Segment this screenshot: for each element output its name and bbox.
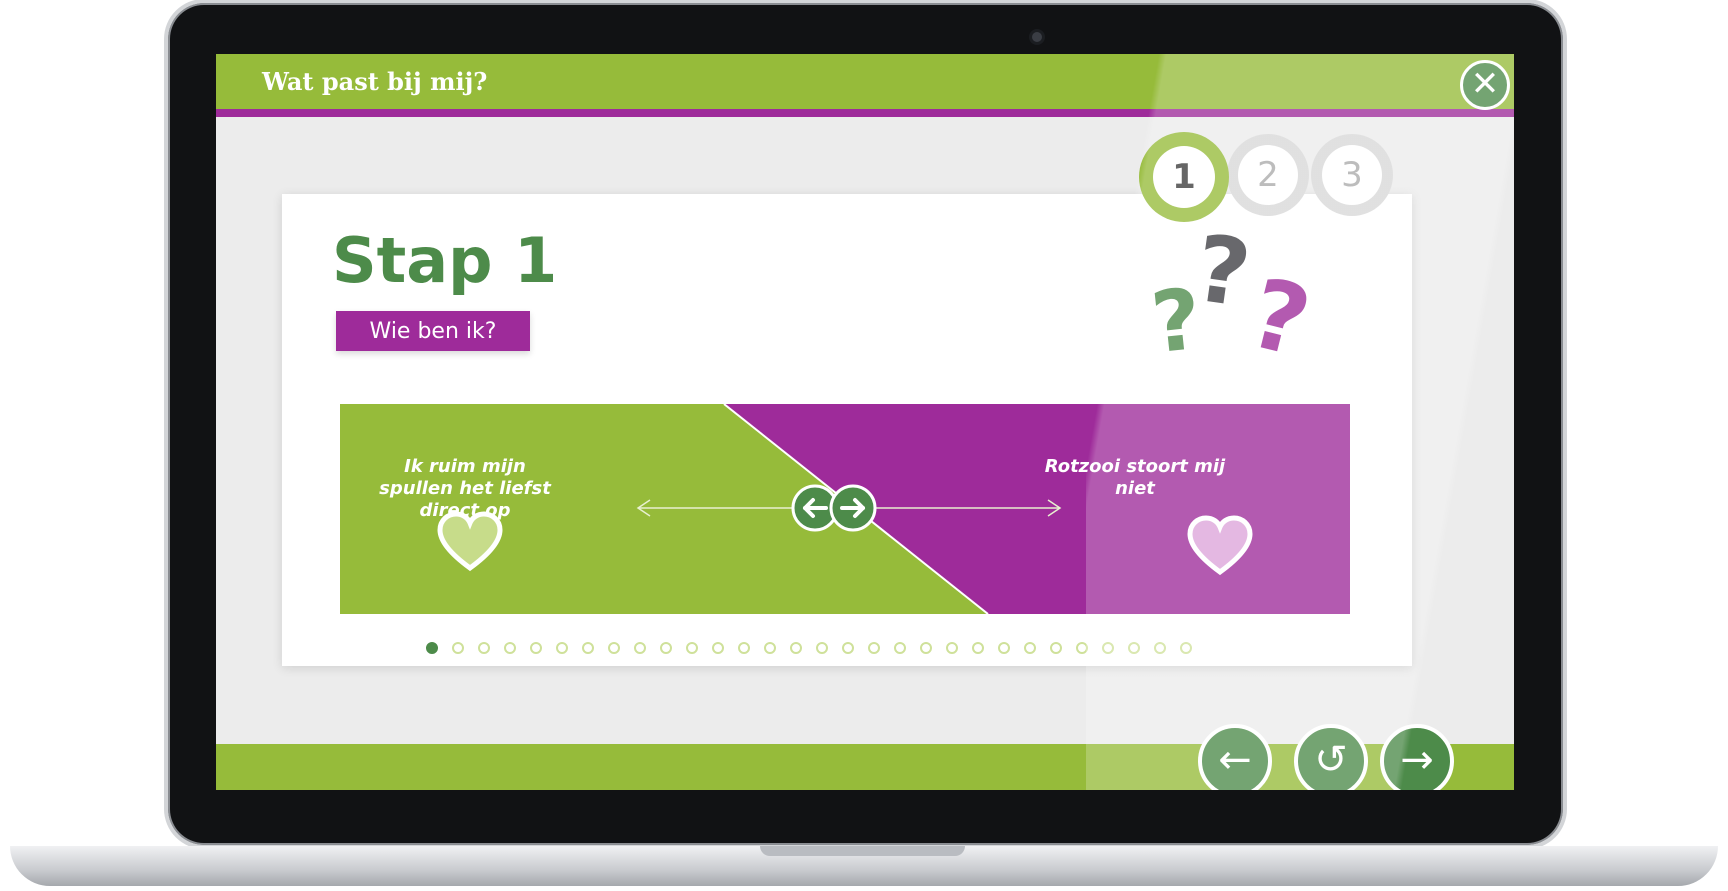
progress-dot[interactable] [530,642,542,654]
progress-dot[interactable] [1050,642,1062,654]
undo-icon: ↺ [1314,737,1348,783]
progress-dot[interactable] [1154,642,1166,654]
subtitle-badge: Wie ben ik? [336,311,530,351]
question-marks-illustration: ? ? ? [1147,215,1342,386]
next-button[interactable]: → [1380,724,1454,790]
progress-dot[interactable] [1024,642,1036,654]
progress-dot[interactable] [920,642,932,654]
progress-dot[interactable] [816,642,828,654]
progress-dot[interactable] [504,642,516,654]
progress-dot[interactable] [868,642,880,654]
progress-dot[interactable] [1076,642,1088,654]
progress-dot[interactable] [764,642,776,654]
progress-dot[interactable] [972,642,984,654]
progress-dot[interactable] [686,642,698,654]
progress-dot[interactable] [842,642,854,654]
progress-dot[interactable] [478,642,490,654]
progress-dot[interactable] [946,642,958,654]
close-button[interactable]: ✕ [1460,60,1510,110]
page-title: Stap 1 [332,224,558,297]
progress-dot[interactable] [582,642,594,654]
progress-dot[interactable] [634,642,646,654]
reset-button[interactable]: ↺ [1294,724,1368,790]
progress-dot[interactable] [998,642,1010,654]
step-2[interactable]: 2 [1227,134,1309,216]
statement-slider: Ik ruim mijn spullen het liefst direct o… [340,404,1350,614]
question-mark-icon: ? [1239,256,1321,380]
progress-dot[interactable] [608,642,620,654]
progress-dots [282,642,1412,660]
progress-dot[interactable] [556,642,568,654]
arrow-right-icon: → [1400,737,1434,783]
progress-dot[interactable] [738,642,750,654]
app-screen: Wat past bij mij? ✕ Stap 1 Wie ben ik? ?… [216,54,1514,790]
progress-dot[interactable] [426,642,438,654]
progress-dot[interactable] [452,642,464,654]
question-card: Stap 1 Wie ben ik? ? ? ? Ik ruim mijn sp… [282,194,1412,666]
step-1[interactable]: 1 [1139,132,1229,222]
progress-dot[interactable] [660,642,672,654]
right-statement: Rotzooi stoort mij niet [1044,456,1226,499]
progress-dot[interactable] [790,642,802,654]
progress-dot[interactable] [894,642,906,654]
progress-dot[interactable] [1102,642,1114,654]
progress-dot[interactable] [1180,642,1192,654]
step-2-label: 2 [1238,145,1298,205]
progress-dot[interactable] [1128,642,1140,654]
camera [1032,32,1042,42]
close-icon: ✕ [1470,64,1500,104]
arrow-left-icon: ← [1218,737,1252,783]
left-statement: Ik ruim mijn spullen het liefst direct o… [379,456,551,521]
back-button[interactable]: ← [1198,724,1272,790]
header-bar: Wat past bij mij? [216,54,1514,109]
step-indicator: 3 2 1 [1133,132,1433,234]
progress-dot[interactable] [712,642,724,654]
app-title: Wat past bij mij? [262,67,488,96]
laptop-notch [760,846,965,856]
header-accent-strip [216,109,1514,117]
step-1-label: 1 [1153,146,1215,208]
step-3[interactable]: 3 [1311,134,1393,216]
step-3-label: 3 [1322,145,1382,205]
